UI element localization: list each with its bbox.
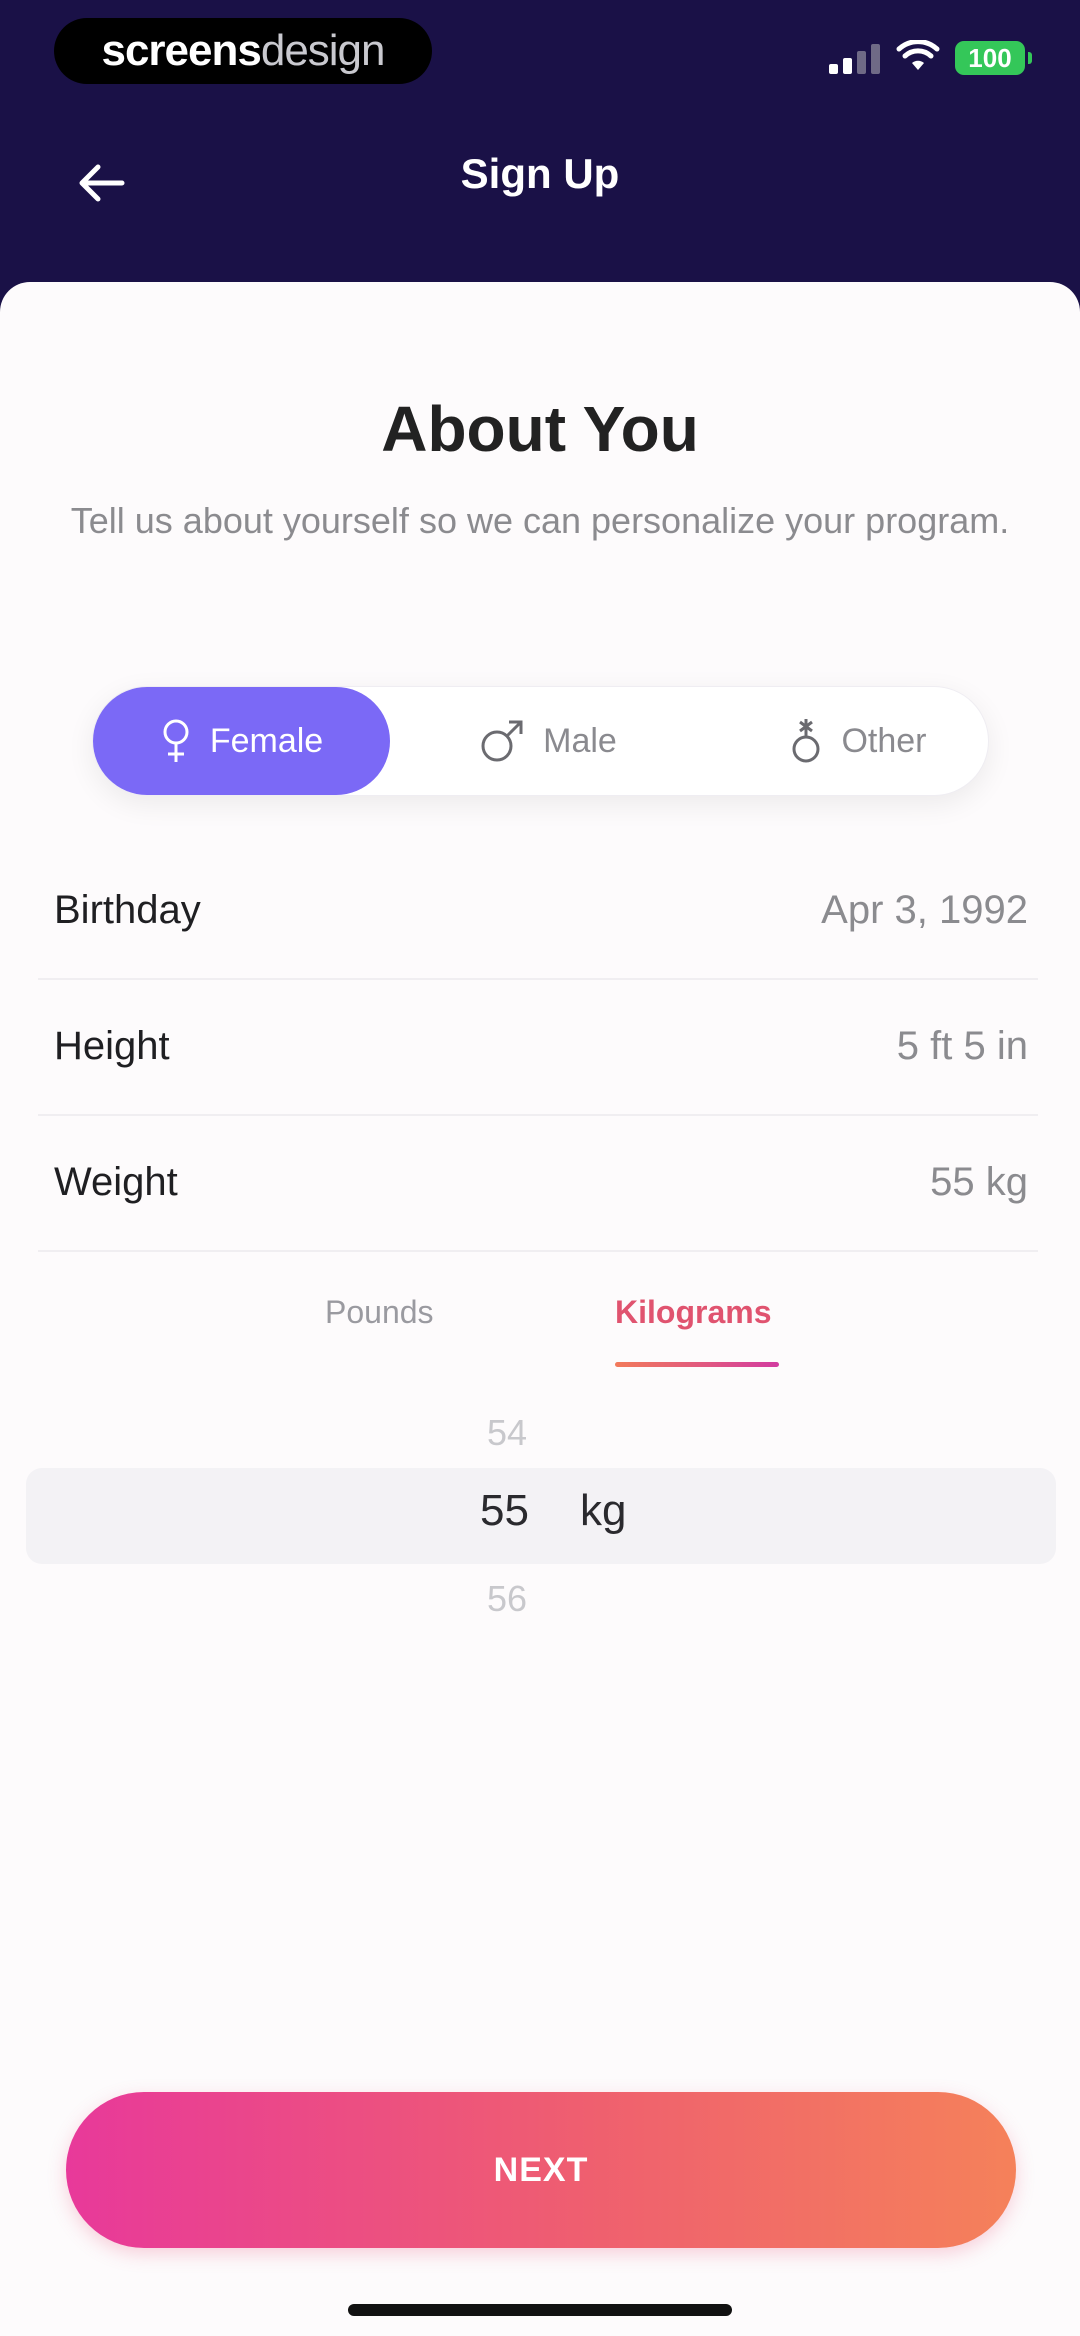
- weight-value: 55 kg: [930, 1160, 1028, 1204]
- birthday-value: Apr 3, 1992: [821, 888, 1028, 932]
- gender-label-female: Female: [209, 721, 324, 760]
- page-title: About You: [381, 393, 699, 465]
- brand-light-text: design: [260, 26, 386, 75]
- height-row[interactable]: Height 5 ft 5 in: [38, 980, 1038, 1116]
- gender-label-male: Male: [543, 721, 617, 760]
- status-bar: screens design 100: [0, 0, 1080, 110]
- tab-active-indicator: [615, 1362, 779, 1367]
- picker-selection-band: [26, 1468, 1056, 1564]
- gender-option-other[interactable]: Other: [733, 687, 983, 795]
- content-sheet: About You Tell us about yourself so we c…: [0, 282, 1080, 2336]
- page-subtitle: Tell us about yourself so we can persona…: [70, 500, 1010, 541]
- tab-kilograms[interactable]: Kilograms: [615, 1294, 771, 1331]
- tab-pounds[interactable]: Pounds: [325, 1294, 434, 1331]
- picker-selected-value[interactable]: 55: [480, 1486, 529, 1536]
- signal-icon: [829, 44, 880, 74]
- height-label: Height: [54, 1024, 170, 1068]
- picker-prev-value[interactable]: 54: [0, 1412, 1014, 1454]
- nav-title: Sign Up: [460, 150, 620, 197]
- male-icon: [481, 720, 523, 762]
- birthday-label: Birthday: [54, 888, 201, 932]
- wifi-icon: [896, 40, 940, 70]
- picker-unit: kg: [580, 1486, 627, 1535]
- home-indicator: [348, 2304, 732, 2316]
- gender-option-female[interactable]: Female: [93, 687, 390, 795]
- female-icon: [163, 719, 189, 762]
- next-button[interactable]: NEXT: [66, 2092, 1016, 2248]
- battery-indicator: 100: [955, 41, 1032, 75]
- weight-label: Weight: [54, 1160, 178, 1204]
- other-gender-icon: [792, 719, 820, 763]
- gender-label-other: Other: [841, 721, 927, 760]
- weight-row[interactable]: Weight 55 kg: [38, 1116, 1038, 1252]
- gender-option-male[interactable]: Male: [423, 687, 673, 795]
- brand-watermark: screens design: [54, 18, 432, 84]
- height-value: 5 ft 5 in: [896, 1024, 1028, 1068]
- nav-bar: Sign Up: [0, 110, 1080, 280]
- birthday-row[interactable]: Birthday Apr 3, 1992: [38, 844, 1038, 980]
- brand-bold-text: screens: [101, 26, 261, 75]
- picker-next-value[interactable]: 56: [0, 1578, 1014, 1620]
- gender-selector: Female Male Other: [92, 686, 989, 796]
